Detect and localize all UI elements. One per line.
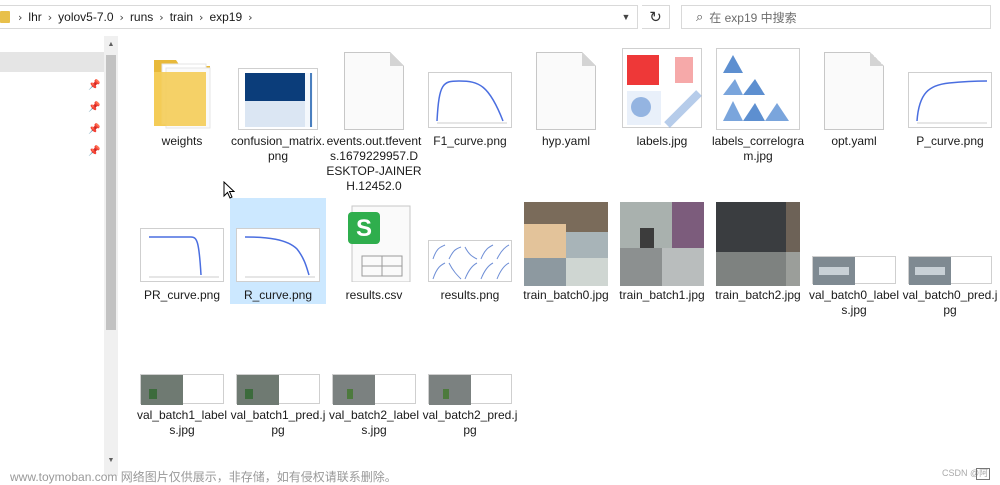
chevron-right-icon: › [119,10,124,24]
image-thumbnail [716,48,800,130]
svg-text:S: S [356,215,372,242]
image-thumbnail [812,256,896,285]
document-icon [344,52,404,130]
file-item[interactable]: hyp.yaml [518,44,614,154]
file-name: val_batch1_pred.jpg [230,408,326,437]
image-thumbnail [428,240,512,282]
refresh-icon[interactable]: ↻ [642,5,670,29]
toolbar: › lhr › yolov5-7.0 › runs › train › exp1… [0,0,1000,36]
file-item[interactable]: val_batch1_pred.jpg [230,314,326,446]
file-item[interactable]: val_batch1_labels.jpg [134,314,230,446]
file-item[interactable]: events.out.tfevents.1679229957.DESKTOP-J… [326,44,422,194]
file-name: events.out.tfevents.1679229957.DESKTOP-J… [326,134,422,193]
file-item[interactable]: opt.yaml [806,44,902,154]
file-name: val_batch2_pred.jpg [422,408,518,437]
mouse-cursor-icon [223,181,235,199]
file-item[interactable]: val_batch0_pred.jpg [902,198,998,320]
breadcrumb-item[interactable]: exp19 [209,10,242,24]
image-thumbnail [622,48,702,128]
image-thumbnail [908,256,992,285]
image-thumbnail [140,228,224,282]
search-icon: ⌕ [696,9,704,25]
chevron-right-icon: › [18,10,23,24]
pin-icon: 📌 [88,146,101,157]
image-thumbnail [140,374,224,405]
file-name: val_batch0_pred.jpg [902,288,998,317]
search-box[interactable]: ⌕ 在 exp19 中搜索 [681,5,991,29]
nav-item-selected[interactable] [0,52,104,72]
file-name: hyp.yaml [541,134,591,148]
file-item-selected[interactable]: R_curve.png [230,198,326,304]
file-name: train_batch1.jpg [619,288,705,302]
image-thumbnail [236,374,320,405]
file-name: PR_curve.png [143,288,221,302]
pin-icon: 📌 [88,102,101,113]
navigation-pane: 📌 📌 📌 📌 [0,36,104,476]
file-item[interactable]: val_batch2_pred.jpg [422,314,518,446]
pin-icon: 📌 [88,80,101,91]
file-item[interactable]: results.png [422,198,518,304]
image-thumbnail [332,374,416,405]
file-name: labels_correlogram.jpg [711,134,805,163]
file-name: confusion_matrix.png [230,134,326,163]
file-item[interactable]: val_batch0_labels.jpg [806,198,902,320]
file-item[interactable]: train_batch0.jpg [518,198,614,304]
chevron-right-icon[interactable]: › [248,11,252,24]
scrollbar-thumb[interactable] [106,55,116,330]
chevron-right-icon: › [199,10,204,24]
file-item[interactable]: train_batch1.jpg [614,198,710,304]
file-item[interactable]: train_batch2.jpg [710,198,806,304]
image-thumbnail [908,72,992,128]
file-item[interactable]: labels.jpg [614,44,710,154]
file-item[interactable]: PR_curve.png [134,198,230,304]
file-name: train_batch0.jpg [523,288,609,302]
image-thumbnail [428,374,512,405]
address-bar[interactable]: › lhr › yolov5-7.0 › runs › train › exp1… [0,5,638,29]
watermark-text: www.toymoban.com 网络图片仅供展示，非存储，如有侵权请联系删除。 [10,470,397,484]
chevron-down-icon[interactable]: ▼ [615,6,637,28]
folder-icon [142,52,222,132]
file-item[interactable]: P_curve.png [902,44,998,154]
document-icon [536,52,596,130]
scroll-down-icon[interactable]: ▼ [104,452,118,468]
file-name: results.csv [345,288,403,302]
image-thumbnail [716,202,800,286]
pin-icon: 📌 [88,124,101,135]
file-name: val_batch1_labels.jpg [136,408,228,437]
file-name: P_curve.png [916,134,984,148]
file-name: val_batch2_labels.jpg [328,408,420,437]
image-thumbnail [236,228,320,282]
file-name: R_curve.png [243,288,313,302]
file-item[interactable]: confusion_matrix.png [230,44,326,170]
folder-icon [0,11,10,23]
file-item[interactable]: S results.csv [326,198,422,304]
scroll-up-icon[interactable]: ▲ [104,36,118,52]
search-placeholder: 在 exp19 中搜索 [709,10,797,25]
chevron-right-icon: › [47,10,53,24]
view-toggle-icon[interactable] [976,468,990,480]
image-thumbnail [620,202,704,286]
file-item[interactable]: F1_curve.png [422,44,518,154]
file-item[interactable]: val_batch2_labels.jpg [326,314,422,446]
breadcrumb-item[interactable]: lhr [28,10,41,24]
file-item[interactable]: weights [134,44,230,154]
breadcrumb-item[interactable]: runs [130,10,153,24]
spreadsheet-icon: S [334,202,414,283]
file-name: val_batch0_labels.jpg [808,288,900,317]
file-item[interactable]: labels_correlogram.jpg [710,44,806,170]
file-name: F1_curve.png [433,134,507,148]
file-name: opt.yaml [831,134,877,148]
image-thumbnail [428,72,512,128]
chevron-right-icon: › [159,10,164,24]
file-name: results.png [440,288,500,302]
image-thumbnail [524,202,608,286]
image-thumbnail [238,68,318,130]
file-name: train_batch2.jpg [715,288,801,302]
document-icon [824,52,884,130]
breadcrumb-item[interactable]: yolov5-7.0 [58,10,113,24]
breadcrumb-item[interactable]: train [170,10,193,24]
breadcrumb: › lhr › yolov5-7.0 › runs › train › exp1… [0,6,615,28]
file-name: weights [161,134,203,148]
file-name: labels.jpg [636,134,688,148]
